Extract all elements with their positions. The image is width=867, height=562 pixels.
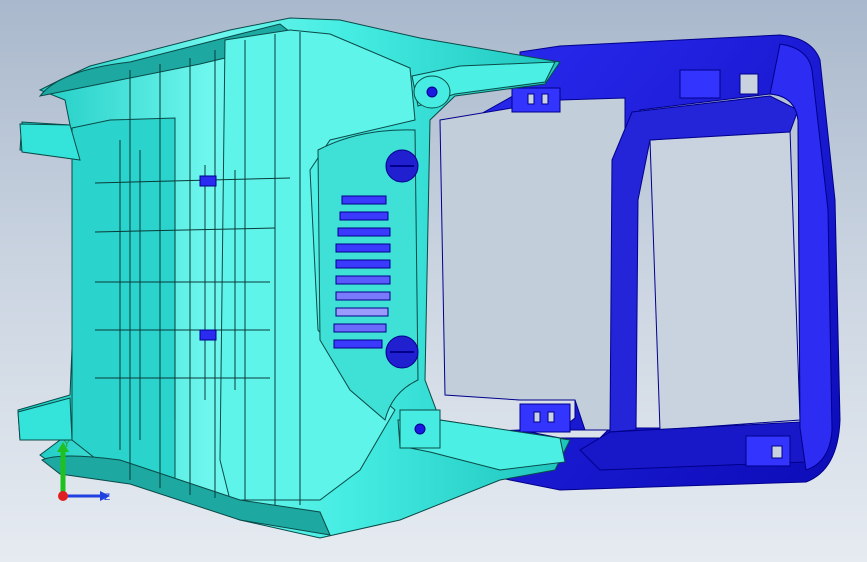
screw-tower-top	[413, 75, 451, 109]
z-axis-label: Z	[104, 493, 110, 503]
cyan-left-tab-top	[19, 123, 81, 161]
clip-top-right	[679, 69, 759, 99]
y-axis-label: Y	[63, 440, 70, 450]
y-axis-arrow	[57, 442, 69, 496]
blue-frame-part[interactable]	[439, 34, 841, 491]
3d-viewport[interactable]: Y Z	[0, 0, 867, 562]
z-axis-arrow	[63, 491, 110, 501]
screw-tower-bottom	[399, 409, 441, 449]
blue-frame-opening	[439, 97, 626, 431]
axis-triad: Y Z	[57, 440, 110, 503]
clip-bottom-right	[745, 435, 791, 467]
clip-top-left	[511, 87, 561, 113]
clip-bottom-left	[519, 403, 571, 433]
cyan-left-tab-bottom	[17, 397, 73, 441]
cad-model[interactable]	[0, 0, 867, 562]
blue-frame-right-opening	[649, 129, 801, 431]
x-axis-dot	[58, 491, 68, 501]
